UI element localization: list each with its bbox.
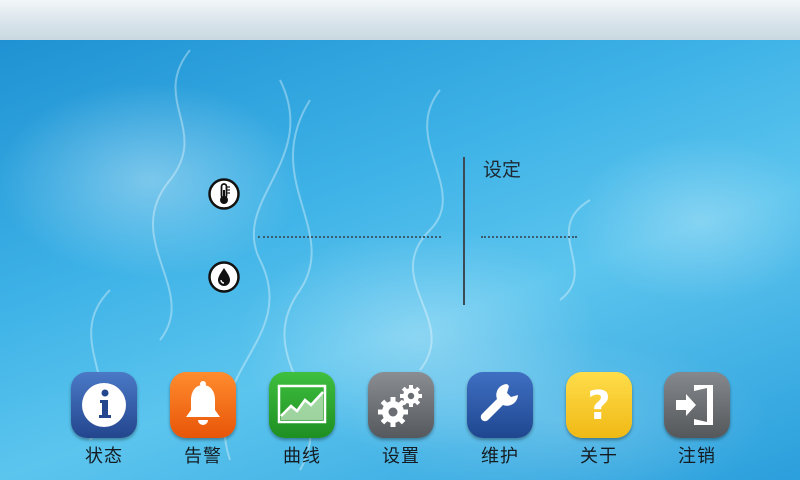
dock-bar: 状态 告警 曲线 设置 维护 ? 关于 注销 <box>0 372 800 480</box>
svg-text:?: ? <box>587 383 610 429</box>
dock-item-logout[interactable]: 注销 <box>659 372 735 468</box>
logout-icon[interactable] <box>664 372 730 438</box>
water-drop-icon <box>208 261 240 293</box>
column-separator <box>463 157 465 305</box>
dock-label-logout: 注销 <box>678 446 716 467</box>
bell-icon[interactable] <box>170 372 236 438</box>
dock-item-status[interactable]: 状态 <box>66 372 142 468</box>
dock-label-alarm: 告警 <box>184 446 222 467</box>
dock-label-settings: 设置 <box>382 446 420 467</box>
dock-item-chart[interactable]: 曲线 <box>264 372 340 468</box>
chart-icon[interactable] <box>269 372 335 438</box>
wrench-icon[interactable] <box>467 372 533 438</box>
gears-icon[interactable] <box>368 372 434 438</box>
setting-divider <box>481 236 577 238</box>
dock-label-maintenance: 维护 <box>481 446 519 467</box>
dock-item-settings[interactable]: 设置 <box>363 372 439 468</box>
row-divider <box>258 236 441 238</box>
dock-label-about: 关于 <box>580 446 618 467</box>
title-bar <box>0 0 800 41</box>
question-icon[interactable]: ? <box>566 372 632 438</box>
dock-label-status: 状态 <box>85 446 123 467</box>
setting-label: 设定 <box>483 159 522 181</box>
info-icon[interactable] <box>71 372 137 438</box>
thermometer-icon <box>208 178 240 210</box>
dock-item-alarm[interactable]: 告警 <box>165 372 241 468</box>
dock-item-maintenance[interactable]: 维护 <box>462 372 538 468</box>
dock-item-about[interactable]: ? 关于 <box>561 372 637 468</box>
dock-label-chart: 曲线 <box>283 446 321 467</box>
